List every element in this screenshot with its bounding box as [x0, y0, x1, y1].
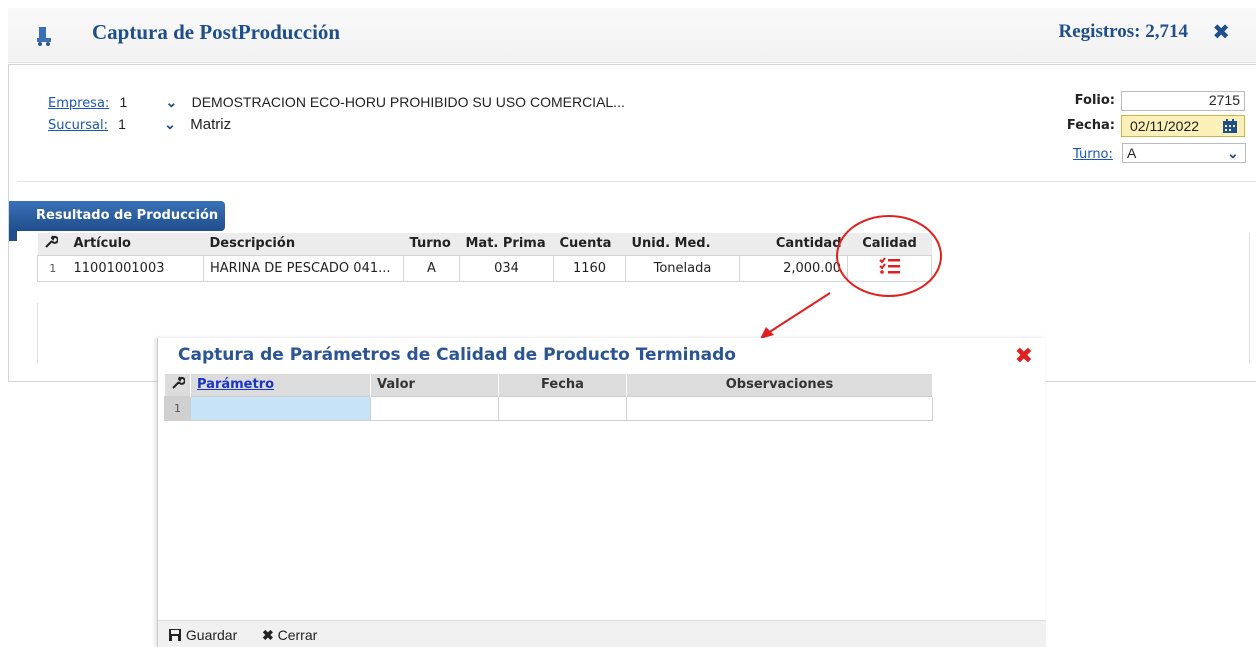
modal-title: Captura de Parámetros de Calidad de Prod… [178, 345, 736, 365]
fecha-value: 02/11/2022 [1130, 118, 1200, 134]
col-unid-med[interactable]: Unid. Med. [625, 233, 740, 255]
chevron-down-icon: ⌄ [1227, 145, 1239, 161]
divider [17, 181, 1256, 182]
page-title: Captura de PostProducción [92, 20, 341, 44]
sucursal-select[interactable]: 1 ⌄ [114, 115, 176, 135]
cell-descripcion[interactable]: HARINA DE PESCADO 041... [203, 254, 404, 282]
cell-fecha[interactable] [498, 395, 627, 421]
cell-turno[interactable]: A [403, 254, 460, 282]
empresa-value: 1 [119, 94, 128, 110]
table-row[interactable]: 1 [164, 395, 933, 421]
sucursal-row: Sucursal: 1 ⌄ Matriz [48, 115, 231, 135]
production-grid: Artículo Descripción Turno Mat. Prima Cu… [37, 233, 932, 282]
col-parametro[interactable]: Parámetro [190, 374, 371, 396]
app-header: Captura de PostProducción Registros: 2,7… [8, 8, 1256, 63]
sucursal-name: Matriz [190, 116, 232, 133]
save-button[interactable]: Guardar [168, 627, 237, 643]
truck-icon [37, 27, 51, 46]
cell-valor[interactable] [370, 395, 499, 421]
close-label: Cerrar [277, 627, 318, 643]
turno-select[interactable]: A ⌄ [1122, 143, 1247, 163]
modal-footer: Guardar ✖ Cerrar [158, 620, 1046, 647]
col-turno[interactable]: Turno [403, 233, 460, 255]
row-number: 1 [164, 395, 191, 421]
records-count: Registros: 2,714 [1058, 21, 1188, 42]
tab-label: Resultado de Producción [36, 208, 219, 223]
sucursal-label[interactable]: Sucursal: [48, 118, 108, 133]
col-mat-prima[interactable]: Mat. Prima [459, 233, 554, 255]
folio-field[interactable]: 2715 [1121, 91, 1245, 111]
wrench-icon[interactable] [37, 233, 68, 255]
cell-cantidad[interactable]: 2,000.00 [739, 254, 848, 282]
chevron-down-icon: ⌄ [165, 94, 178, 110]
empresa-row: Empresa: 1 ⌄ DEMOSTRACION ECO-HORU PROHI… [48, 93, 625, 113]
close-button[interactable]: ✖ Cerrar [262, 627, 317, 644]
cell-unid-med[interactable]: Tonelada [625, 254, 740, 282]
empresa-label[interactable]: Empresa: [48, 96, 109, 111]
cell-cuenta[interactable]: 1160 [553, 254, 626, 282]
quality-params-modal: Captura de Parámetros de Calidad de Prod… [157, 338, 1046, 647]
col-descripcion[interactable]: Descripción [203, 233, 404, 255]
cell-mat-prima[interactable]: 034 [459, 254, 554, 282]
calendar-icon[interactable] [1222, 118, 1238, 134]
save-icon [169, 629, 181, 641]
col-valor[interactable]: Valor [370, 374, 499, 396]
annotation-circle [836, 215, 942, 297]
turno-label[interactable]: Turno: [1073, 147, 1113, 162]
close-icon: ✖ [262, 627, 274, 643]
tab-resultado-produccion[interactable]: Resultado de Producción [9, 201, 225, 231]
fecha-label: Fecha: [1066, 118, 1115, 133]
col-fecha[interactable]: Fecha [498, 374, 627, 396]
col-cantidad[interactable]: Cantidad [739, 233, 848, 255]
annotation-arrow [760, 292, 831, 339]
turno-row: Turno: A ⌄ [1073, 143, 1247, 163]
turno-value: A [1127, 145, 1137, 161]
sucursal-value: 1 [118, 116, 126, 132]
grid-border-right [1249, 233, 1250, 363]
chevron-down-icon: ⌄ [164, 116, 176, 132]
col-observaciones[interactable]: Observaciones [626, 374, 933, 396]
cell-parametro[interactable] [190, 395, 371, 421]
close-icon[interactable]: ✖ [1015, 344, 1033, 369]
save-label: Guardar [185, 627, 238, 643]
row-number: 1 [37, 254, 68, 282]
col-articulo[interactable]: Artículo [67, 233, 204, 255]
col-cuenta[interactable]: Cuenta [553, 233, 626, 255]
cell-articulo[interactable]: 11001001003 [67, 254, 204, 282]
main-panel: Empresa: 1 ⌄ DEMOSTRACION ECO-HORU PROHI… [8, 64, 1256, 382]
fecha-field[interactable]: 02/11/2022 [1121, 115, 1245, 137]
cell-observaciones[interactable] [626, 395, 933, 421]
tab-corner [9, 231, 17, 241]
empresa-select[interactable]: 1 ⌄ [115, 93, 177, 113]
params-grid: Parámetro Valor Fecha Observaciones 1 [164, 374, 933, 421]
close-icon[interactable]: ✖ [1212, 20, 1230, 44]
grid-border [37, 303, 38, 363]
table-row[interactable]: 1 11001001003 HARINA DE PESCADO 041... A… [37, 254, 932, 282]
wrench-icon[interactable] [164, 374, 191, 396]
empresa-name: DEMOSTRACION ECO-HORU PROHIBIDO SU USO C… [191, 94, 625, 110]
folio-label: Folio: [1074, 93, 1115, 108]
